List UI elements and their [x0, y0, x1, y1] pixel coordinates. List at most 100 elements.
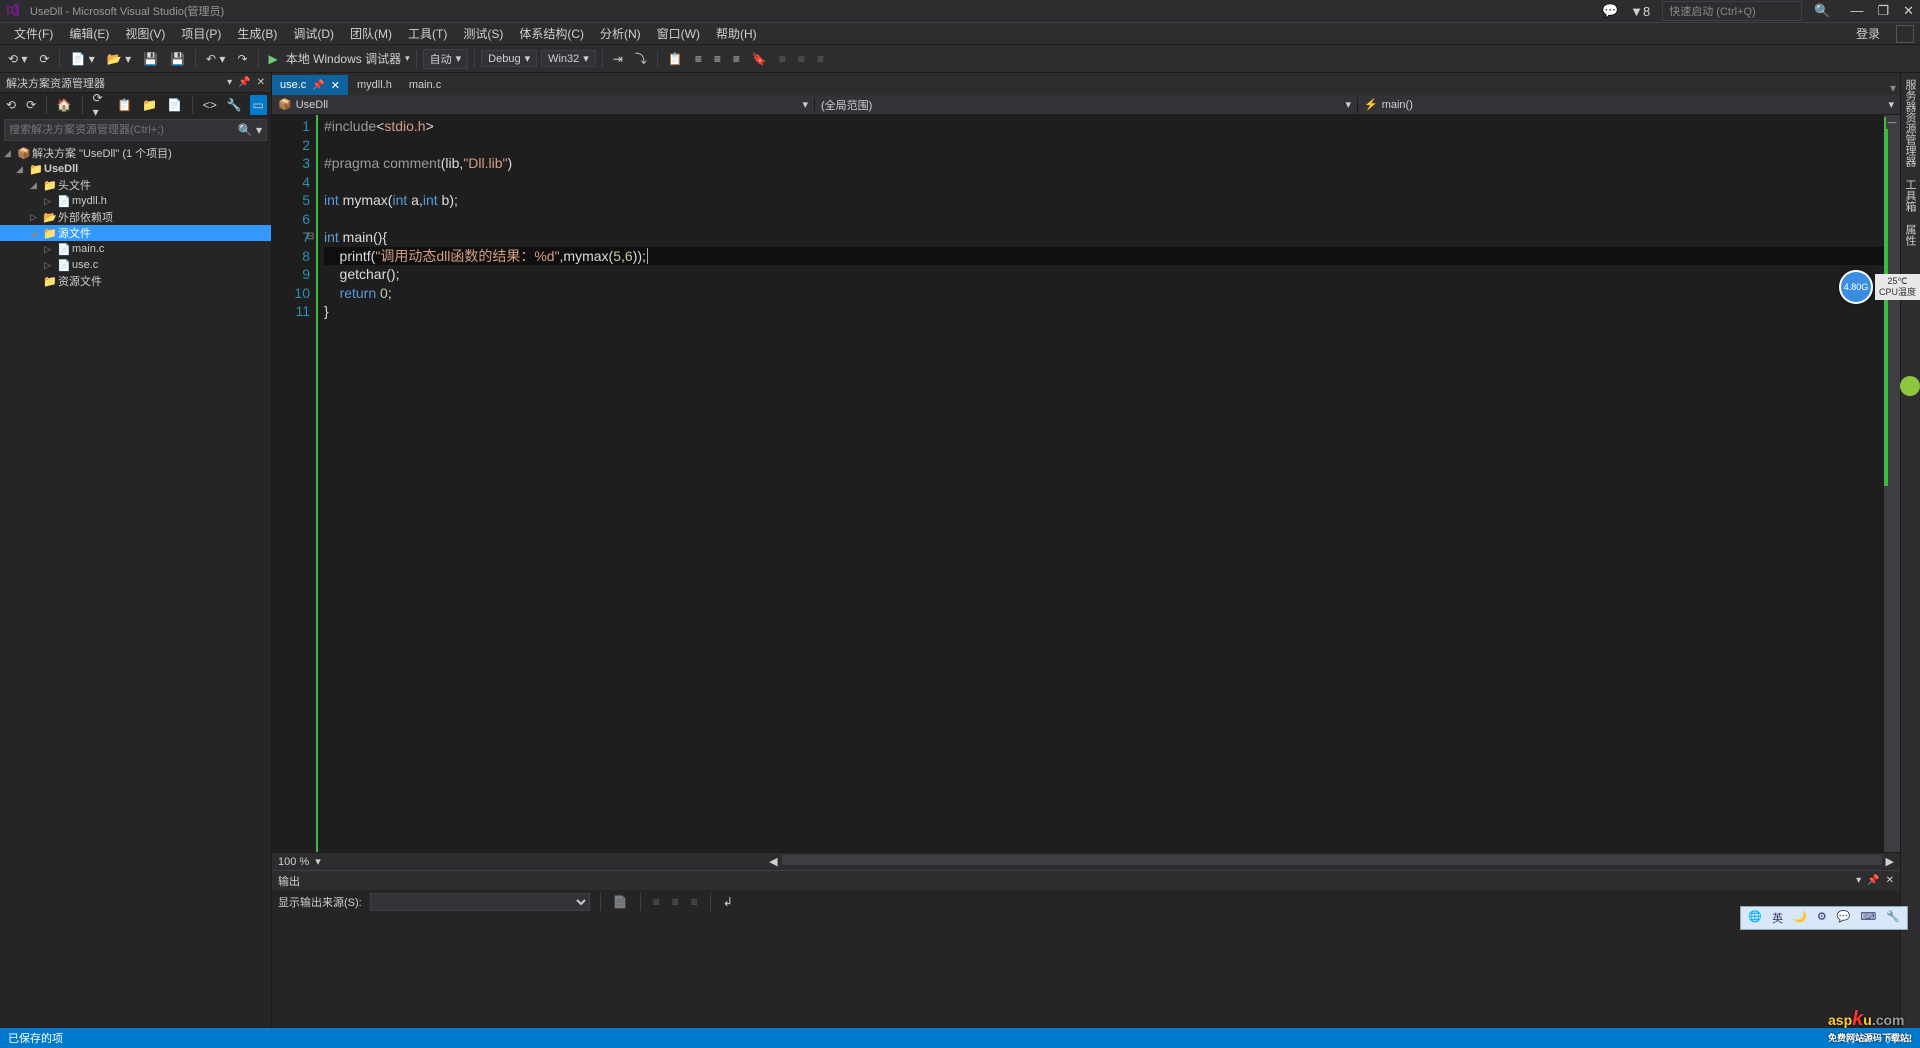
undo-button[interactable]: ↶ ▾ — [202, 50, 229, 68]
ime-gear-icon[interactable]: ⚙ — [1814, 909, 1830, 927]
new-project-button[interactable]: 📄 ▾ — [66, 50, 98, 68]
search-icon[interactable]: 🔍 ▾ — [238, 123, 262, 137]
minimize-button[interactable]: — — [1850, 3, 1863, 19]
code-content[interactable]: #include<stdio.h>#pragma comment(lib,"Dl… — [318, 115, 1884, 852]
panel-dropdown-icon[interactable]: ▾ — [1856, 875, 1861, 886]
solexp-search-input[interactable] — [9, 124, 238, 136]
tab-main-c[interactable]: main.c — [401, 75, 449, 95]
tab-mydll-h[interactable]: mydll.h — [349, 75, 400, 95]
config-platform-dropdown[interactable]: Win32 ▾ — [541, 50, 596, 67]
ime-kbd-icon[interactable]: ⌨ — [1857, 909, 1879, 927]
tree-use-c[interactable]: ▷📄use.c — [0, 257, 271, 273]
solexp-search[interactable]: 🔍 ▾ — [4, 119, 267, 141]
panel-close-icon[interactable]: ✕ — [257, 77, 265, 88]
panel-pin-icon[interactable]: 📌 — [1867, 875, 1879, 886]
menu-window[interactable]: 窗口(W) — [649, 23, 708, 44]
output-clear-button[interactable]: ≡ — [689, 893, 700, 911]
tree-project[interactable]: ◢📁UseDll — [0, 161, 271, 177]
nav-back-button[interactable]: ⟲ ▾ — [4, 50, 31, 68]
menu-tools[interactable]: 工具(T) — [400, 23, 455, 44]
cpu-widget[interactable]: 4.80G 25℃ CPU温度 — [1839, 270, 1920, 304]
tb-btn-3[interactable]: ≡ — [710, 50, 725, 68]
tb-btn-1[interactable]: 📋 — [664, 50, 687, 68]
tree-external-folder[interactable]: ▷📂外部依赖项 — [0, 209, 271, 225]
output-source-dropdown[interactable] — [370, 893, 590, 911]
vertical-scrollbar[interactable]: — — [1884, 115, 1900, 852]
ime-globe-icon[interactable]: 🌐 — [1745, 909, 1765, 927]
config-mode-dropdown[interactable]: Debug ▾ — [481, 50, 537, 67]
pin-icon[interactable]: 📌 — [312, 80, 324, 91]
menu-build[interactable]: 生成(B) — [229, 23, 285, 44]
zoom-level[interactable]: 100 % — [278, 856, 309, 868]
solexp-sync-button[interactable]: 📋 — [115, 96, 134, 114]
menu-view[interactable]: 视图(V) — [117, 23, 173, 44]
tree-resources-folder[interactable]: 📁资源文件 — [0, 273, 271, 289]
step-over-button[interactable]: ⤵ — [631, 48, 651, 69]
redo-button[interactable]: ↷ — [233, 50, 251, 68]
output-next-button[interactable]: ≡ — [670, 893, 681, 911]
close-button[interactable]: ✕ — [1903, 3, 1914, 19]
tree-source-folder[interactable]: ◢📁源文件 — [0, 225, 271, 241]
nav-global-scope[interactable]: (全局范围)▾ — [815, 97, 1358, 113]
tb-btn-7[interactable]: ≡ — [794, 50, 809, 68]
menu-test[interactable]: 测试(S) — [455, 23, 511, 44]
solexp-properties-button[interactable]: 🔧 — [225, 96, 244, 114]
tb-btn-6[interactable]: ≡ — [775, 50, 790, 68]
quick-launch-input[interactable]: 快速启动 (Ctrl+Q) — [1662, 1, 1802, 21]
tab-use-c[interactable]: use.c📌✕ — [272, 75, 348, 95]
solexp-preview-button[interactable]: ▭ — [250, 95, 267, 115]
avatar-placeholder[interactable] — [1896, 25, 1914, 43]
menu-team[interactable]: 团队(M) — [342, 23, 400, 44]
tree-mydll-h[interactable]: ▷📄mydll.h — [0, 193, 271, 209]
solexp-refresh-button[interactable]: ⟳ ▾ — [91, 89, 110, 121]
solexp-fwd-button[interactable]: ⟳ — [24, 96, 38, 114]
tree-solution[interactable]: ◢📦解决方案 "UseDll" (1 个项目) — [0, 145, 271, 161]
tb-btn-4[interactable]: ≡ — [729, 50, 744, 68]
save-all-button[interactable]: 💾 — [166, 50, 189, 68]
output-wrap-button[interactable]: ↲ — [721, 893, 735, 911]
flag-icon[interactable]: ▼8 — [1630, 4, 1650, 19]
solexp-back-button[interactable]: ⟲ — [4, 96, 18, 114]
panel-pin-icon[interactable]: 📌 — [238, 77, 250, 88]
start-debug-button[interactable]: ▶ — [265, 50, 282, 68]
login-link[interactable]: 登录 — [1848, 23, 1888, 44]
menu-file[interactable]: 文件(F) — [6, 23, 61, 44]
solexp-showall-button[interactable]: 📁 — [140, 96, 159, 114]
rail-properties[interactable]: 属性 — [1901, 218, 1920, 252]
menu-analyze[interactable]: 分析(N) — [592, 23, 649, 44]
ime-toolbar[interactable]: 🌐 英 🌙 ⚙ 💬 ⌨ 🔧 — [1740, 906, 1908, 930]
panel-close-icon[interactable]: ✕ — [1886, 875, 1894, 886]
feedback-icon[interactable]: 💬 — [1602, 3, 1618, 19]
hscroll-left-icon[interactable]: ◀ — [769, 855, 777, 868]
ime-lang[interactable]: 英 — [1769, 909, 1786, 927]
menu-debug[interactable]: 调试(D) — [285, 23, 342, 44]
search-icon[interactable]: 🔍 — [1814, 3, 1830, 19]
tree-headers-folder[interactable]: ◢📁头文件 — [0, 177, 271, 193]
menu-project[interactable]: 项目(P) — [173, 23, 229, 44]
close-icon[interactable]: ✕ — [331, 79, 340, 92]
hscroll-right-icon[interactable]: ▶ — [1886, 855, 1894, 868]
nav-fwd-button[interactable]: ⟳ — [35, 50, 53, 68]
zoom-dropdown-icon[interactable]: ▾ — [315, 855, 321, 868]
solexp-code-button[interactable]: <> — [201, 96, 219, 114]
tab-overflow-button[interactable]: ▾ — [1890, 81, 1900, 95]
ime-tool-icon[interactable]: 🔧 — [1883, 909, 1903, 927]
split-button[interactable]: — — [1886, 117, 1898, 129]
step-into-button[interactable]: ⇥ — [609, 50, 627, 68]
output-body[interactable] — [272, 914, 1900, 1028]
rail-toolbox[interactable]: 工具箱 — [1901, 173, 1920, 218]
tb-btn-2[interactable]: ≡ — [691, 50, 706, 68]
save-button[interactable]: 💾 — [139, 50, 162, 68]
menu-help[interactable]: 帮助(H) — [708, 23, 765, 44]
tb-btn-5[interactable]: 🔖 — [748, 50, 771, 68]
nav-func-scope[interactable]: ⚡ main()▾ — [1358, 98, 1900, 111]
output-find-button[interactable]: 📄 — [611, 893, 630, 911]
solexp-home-button[interactable]: 🏠 — [55, 96, 74, 114]
code-editor[interactable]: 1234567891011 #include<stdio.h>#pragma c… — [272, 115, 1900, 852]
menu-arch[interactable]: 体系结构(C) — [511, 23, 592, 44]
tb-btn-8[interactable]: ≡ — [813, 50, 828, 68]
config-auto-dropdown[interactable]: 自动 ▾ — [423, 49, 469, 69]
maximize-button[interactable]: ❐ — [1877, 3, 1889, 19]
tree-main-c[interactable]: ▷📄main.c — [0, 241, 271, 257]
open-button[interactable]: 📂 ▾ — [103, 50, 135, 68]
